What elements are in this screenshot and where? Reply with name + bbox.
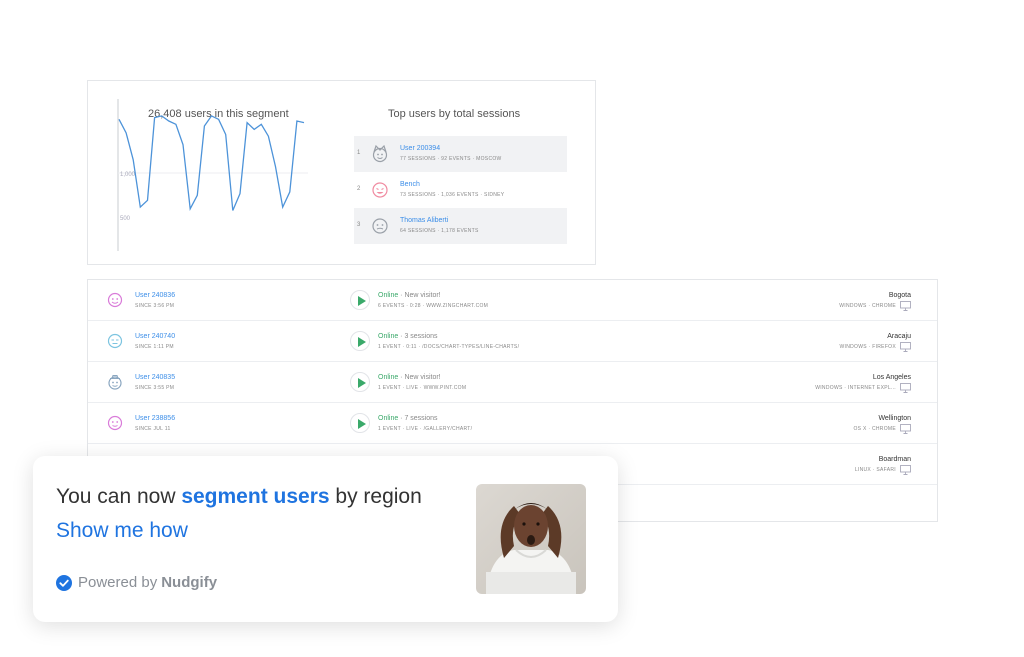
status-text: · New visitor! [398,374,441,381]
play-session-button[interactable] [350,290,370,310]
session-status: Online · 7 sessions [378,415,438,422]
session-row[interactable]: User 240835 Since 3:55 PM Online · New v… [88,362,937,403]
avatar-icon [107,415,123,431]
session-user-name[interactable]: User 240835 [135,374,175,381]
session-city: Los Angeles [872,374,911,381]
session-since: Since 1:11 PM [135,344,174,350]
session-user-name[interactable]: User 240836 [135,292,175,299]
online-label: Online [378,292,399,299]
session-os-browser: Windows · Chrome [839,303,896,309]
top-user-row[interactable]: 3 Thomas Aliberti 64 sessions · 1,178 ev… [354,208,567,244]
monitor-icon [900,424,911,434]
surprised-man-photo [476,484,586,594]
session-user-name[interactable]: User 238856 [135,415,175,422]
session-status: Online · New visitor! [378,374,441,381]
top-user-name[interactable]: Thomas Aliberti [400,217,448,224]
status-text: · 7 sessions [398,415,438,422]
session-row[interactable]: User 240740 Since 1:11 PM Online · 3 ses… [88,321,937,362]
segment-summary-panel: 26,408 users in this segment 1,000 500 T… [87,80,596,265]
series-line [118,115,305,211]
powered-by-label: Powered by [78,574,158,591]
session-detail: 1 event · live · www.pint.com [378,385,467,391]
session-city: Aracaju [887,333,911,340]
monitor-icon [900,465,911,475]
session-city: Wellington [878,415,911,422]
nudge-message-pre: You can now [56,485,182,508]
session-row[interactable]: User 238856 Since Jul 11 Online · 7 sess… [88,403,937,444]
session-user-name[interactable]: User 240740 [135,333,175,340]
top-user-name[interactable]: Bench [400,181,420,188]
online-label: Online [378,333,399,340]
nudge-notification-card[interactable]: You can now segment users by region Show… [33,456,618,622]
rank: 2 [357,186,361,192]
session-since: Since 3:55 PM [135,385,175,391]
online-label: Online [378,374,399,381]
nudgify-brand: Nudgify [161,574,218,591]
show-me-how-link[interactable]: Show me how [56,519,188,543]
y-tick-label: 1,000 [120,172,136,178]
session-status: Online · New visitor! [378,292,441,299]
avatar-icon [108,375,122,390]
y-tick-label: 500 [120,216,131,222]
powered-by[interactable]: Powered by Nudgify [56,574,217,591]
avatar-icon [372,182,388,198]
status-text: · 3 sessions [398,333,438,340]
top-user-row[interactable]: 1 User 200394 77 sessions · 92 events · … [354,136,567,172]
session-os-browser: Windows · Firefox [839,344,896,350]
rank: 1 [357,150,361,156]
avatar-icon [372,145,388,163]
top-users-title: Top users by total sessions [388,108,521,120]
session-since: Since 3:56 PM [135,303,175,309]
session-os-browser: OS X · Chrome [853,426,896,432]
monitor-icon [900,342,911,352]
top-user-name[interactable]: User 200394 [400,145,440,152]
top-user-row[interactable]: 2 Bench 73 sessions · 1,036 events · Sid… [354,172,567,208]
session-city: Boardman [878,456,911,463]
play-session-button[interactable] [350,372,370,392]
segment-line-chart: 1,000 500 [117,99,308,251]
session-detail: 6 events · 0:28 · www.zingchart.com [378,303,489,309]
session-os-browser: Windows · Internet Expl... [815,385,896,391]
nudge-message: You can now segment users by region [56,485,422,509]
play-session-button[interactable] [350,331,370,351]
top-user-meta: 73 sessions · 1,036 events · Sidney [400,192,505,198]
nudge-message-post: by region [329,485,422,508]
monitor-icon [900,301,911,311]
play-session-button[interactable] [350,413,370,433]
verified-check-icon [56,574,72,591]
session-os-browser: Linux · Safari [854,467,896,473]
nudge-message-highlight: segment users [181,485,330,508]
session-detail: 1 event · 0:11 · /docs/chart-types/line-… [378,344,520,350]
session-detail: 1 event · live · /gallery/chart/ [378,426,473,432]
session-status: Online · 3 sessions [378,333,438,340]
avatar-icon [107,333,123,349]
top-user-meta: 77 sessions · 92 events · Moscow [400,156,502,162]
session-row[interactable]: User 240836 Since 3:56 PM Online · New v… [88,280,937,321]
online-label: Online [378,415,399,422]
avatar-icon [107,292,123,308]
monitor-icon [900,383,911,393]
avatar-icon [372,218,388,234]
status-text: · New visitor! [398,292,441,299]
top-user-meta: 64 sessions · 1,178 events [400,228,479,234]
top-users-list: 1 User 200394 77 sessions · 92 events · … [354,136,567,244]
rank: 3 [357,222,361,228]
session-city: Bogota [888,292,911,299]
session-since: Since Jul 11 [135,426,171,432]
